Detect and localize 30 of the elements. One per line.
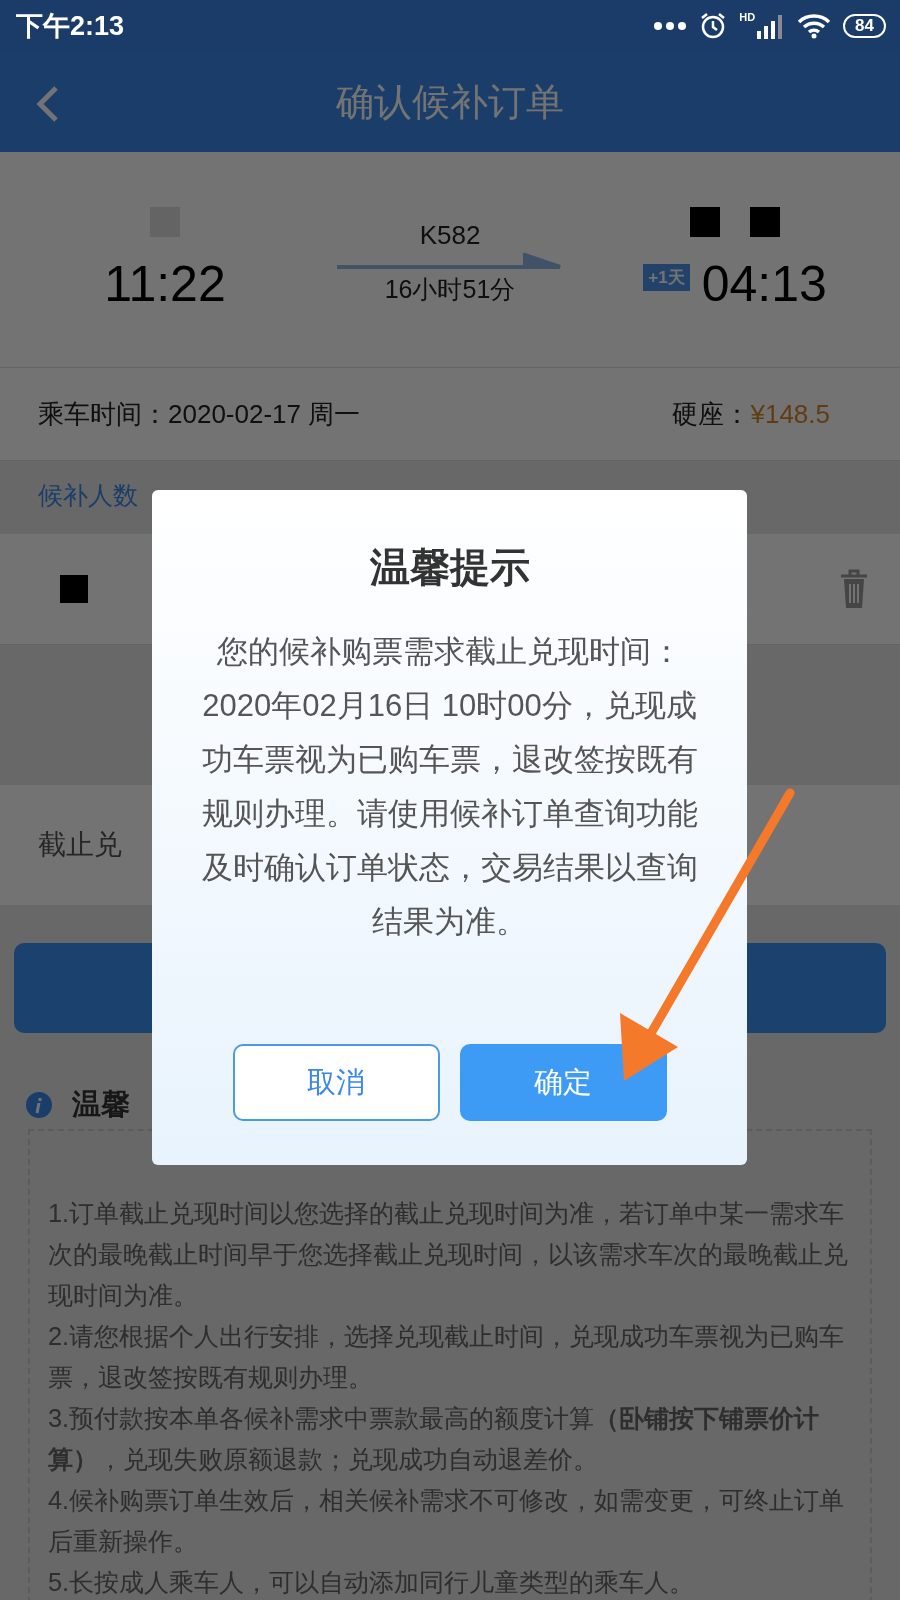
battery-level: 84 xyxy=(843,14,886,38)
waitlist-count-link[interactable]: 候补人数 xyxy=(38,479,138,512)
cancel-button[interactable]: 取消 xyxy=(232,1044,440,1121)
redaction-block xyxy=(60,575,88,603)
departure-time: 11:22 xyxy=(104,254,226,313)
ticket-price: ¥148.5 xyxy=(750,398,830,429)
redaction-block xyxy=(750,206,780,237)
more-dots-icon xyxy=(653,21,688,31)
seat-type: 硬座： xyxy=(672,398,751,429)
next-day-tag: +1天 xyxy=(643,264,690,291)
notice-item: 1.订单截止兑现时间以您选择的截止兑现时间为准，若订单中某一需求车次的最晚截止时间早于您选择截止兑现时间，以该需求车次的最晚截止兑现时间为准。 xyxy=(48,1198,849,1311)
redaction-block xyxy=(690,206,720,237)
dialog-title: 温馨提示 xyxy=(369,544,530,591)
travel-date: 乘车时间：2020-02-17 周一 xyxy=(38,397,361,431)
trip-duration: 16小时51分 xyxy=(384,273,516,305)
notice-item: 2.请您根据个人出行安排，选择兑现截止时间，兑现成功车票视为已购车票，退改签按既有规则办理。 xyxy=(48,1321,846,1393)
network-type: HD xyxy=(739,11,756,23)
notice-item: 5.长按成人乘车人，可以自动添加同行儿童类型的乘车人。 xyxy=(48,1567,696,1598)
trash-icon[interactable] xyxy=(840,569,868,609)
train-number: K582 xyxy=(419,219,481,251)
notice-item: 4.候补购票订单生效后，相关候补需求不可修改，如需变更，可终止订单后重新操作。 xyxy=(48,1485,846,1557)
notice-title: 温馨 xyxy=(72,1087,130,1122)
arrival-time: 04:13 xyxy=(701,254,827,313)
notice-item: 3.预付款按本单各候补需求中票款最高的额度计算（卧铺按下铺票价计算），兑现失败原额退款；兑现成功自动退差价。 xyxy=(48,1403,821,1475)
page-title: 确认候补订单 xyxy=(336,79,564,125)
info-icon xyxy=(26,1092,52,1118)
wifi-icon xyxy=(797,13,832,39)
deadline-label: 截止兑 xyxy=(38,828,122,862)
dialog-message: 您的候补购票需求截止兑现时间：2020年02月16日 10时00分，兑现成功车票视为已购车票，退改签按既有规则办理。请使用候补订单查询功能及时确认订单状态，交易结果以查询结果为准。 xyxy=(200,633,699,941)
status-time: 下午2:13 xyxy=(16,10,126,43)
